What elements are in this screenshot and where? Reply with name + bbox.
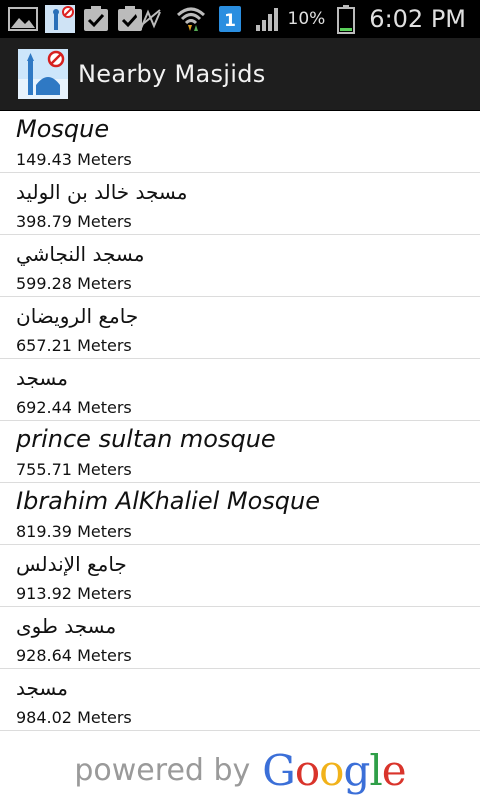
list-item[interactable]: مسجد خالد بن الوليد 398.79 Meters <box>0 173 480 235</box>
google-logo: Google <box>262 745 407 795</box>
powered-by-label: powered by <box>74 752 251 788</box>
mosque-distance: 755.71 Meters <box>16 460 132 479</box>
google-letter: o <box>319 745 344 795</box>
mosque-distance: 149.43 Meters <box>16 150 132 169</box>
google-letter: g <box>343 745 370 795</box>
status-bar: 1 10% 6:02 PM <box>0 0 480 38</box>
gallery-icon <box>8 6 38 32</box>
notification-badge-text: 1 <box>224 11 236 31</box>
mosque-name: prince sultan mosque <box>16 425 276 453</box>
mosque-distance: 692.44 Meters <box>16 398 132 417</box>
mosque-name: جامع الرويضان <box>16 304 139 328</box>
list-item[interactable]: جامع الإندلس 913.92 Meters <box>0 545 480 607</box>
battery-percent: 10% <box>287 9 326 29</box>
battery-icon <box>337 4 356 34</box>
mosque-name: مسجد خالد بن الوليد <box>16 180 188 204</box>
list-item[interactable]: مسجد 692.44 Meters <box>0 359 480 421</box>
no-signal-icon <box>134 6 164 32</box>
page-title: Nearby Masjids <box>78 60 266 88</box>
status-time: 6:02 PM <box>369 5 466 33</box>
mosque-name: Ibrahim AlKhaliel Mosque <box>16 487 321 515</box>
action-bar: Nearby Masjids <box>0 38 480 111</box>
google-letter: e <box>381 745 407 795</box>
mosque-name: Mosque <box>16 115 110 143</box>
mosque-list: Mosque 149.43 Meters مسجد خالد بن الوليد… <box>0 111 480 731</box>
google-letter: l <box>369 745 382 795</box>
mosque-distance: 657.21 Meters <box>16 336 132 355</box>
mosque-distance: 913.92 Meters <box>16 584 132 603</box>
mosque-icon[interactable] <box>18 49 68 99</box>
app-notification-icon <box>44 4 76 34</box>
mosque-name: مسجد <box>16 366 68 390</box>
google-letter: o <box>294 745 320 795</box>
mosque-distance: 398.79 Meters <box>16 212 132 231</box>
mosque-name: مسجد طوى <box>16 614 117 638</box>
list-item[interactable]: مسجد طوى 928.64 Meters <box>0 607 480 669</box>
mosque-distance: 928.64 Meters <box>16 646 132 665</box>
powered-by-google-footer: powered by Google <box>0 740 480 800</box>
signal-icon <box>254 5 282 33</box>
sim-card-icon: 1 <box>218 5 242 33</box>
list-item[interactable]: Ibrahim AlKhaliel Mosque 819.39 Meters <box>0 483 480 545</box>
task-check-icon <box>82 5 110 33</box>
list-item[interactable]: Mosque 149.43 Meters <box>0 111 480 173</box>
mosque-name: مسجد <box>16 676 68 700</box>
mosque-distance: 599.28 Meters <box>16 274 132 293</box>
wifi-icon <box>176 5 206 33</box>
mosque-distance: 819.39 Meters <box>16 522 132 541</box>
mosque-name: جامع الإندلس <box>16 552 127 576</box>
list-item[interactable]: prince sultan mosque 755.71 Meters <box>0 421 480 483</box>
google-letter: G <box>262 745 296 795</box>
list-item[interactable]: مسجد 984.02 Meters <box>0 669 480 731</box>
mosque-distance: 984.02 Meters <box>16 708 132 727</box>
list-item[interactable]: جامع الرويضان 657.21 Meters <box>0 297 480 359</box>
list-item[interactable]: مسجد النجاشي 599.28 Meters <box>0 235 480 297</box>
mosque-name: مسجد النجاشي <box>16 242 145 266</box>
